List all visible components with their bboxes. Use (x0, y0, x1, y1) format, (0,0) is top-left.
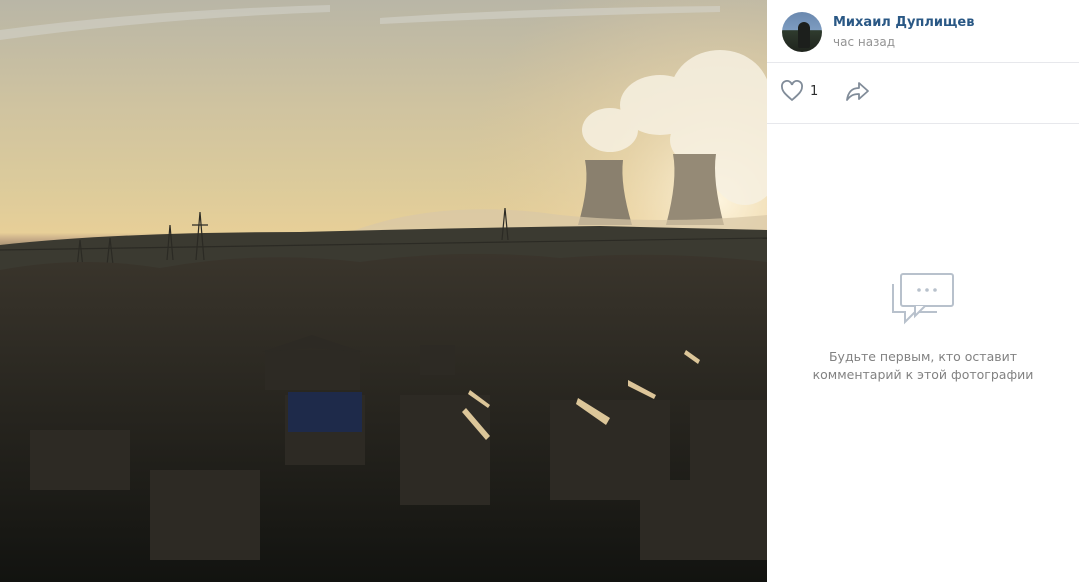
empty-comments: Будьте первым, кто оставит комментарий к… (767, 270, 1079, 384)
share-button[interactable] (845, 80, 871, 106)
empty-line-1: Будьте первым, кто оставит (828, 349, 1018, 364)
like-button[interactable]: 1 (780, 80, 818, 102)
heart-icon (781, 80, 803, 102)
empty-comments-text: Будьте первым, кто оставит комментарий к… (767, 348, 1079, 384)
avatar-figure (798, 22, 810, 48)
comment-bubble-icon (892, 273, 954, 325)
empty-line-2: комментарий к этой фотографии (812, 367, 1034, 382)
post-time[interactable]: час назад (833, 35, 895, 49)
post-actions: 1 (767, 63, 1079, 124)
avatar[interactable] (782, 12, 822, 52)
post-photo[interactable] (0, 0, 767, 582)
share-arrow-icon (846, 82, 869, 101)
post-sidebar: Михаил Дуплищев час назад 1 Будьте первы… (767, 0, 1079, 582)
like-count: 1 (810, 83, 819, 99)
author-header: Михаил Дуплищев час назад (767, 0, 1079, 63)
author-name[interactable]: Михаил Дуплищев (833, 15, 974, 30)
photo-scene (0, 0, 767, 582)
